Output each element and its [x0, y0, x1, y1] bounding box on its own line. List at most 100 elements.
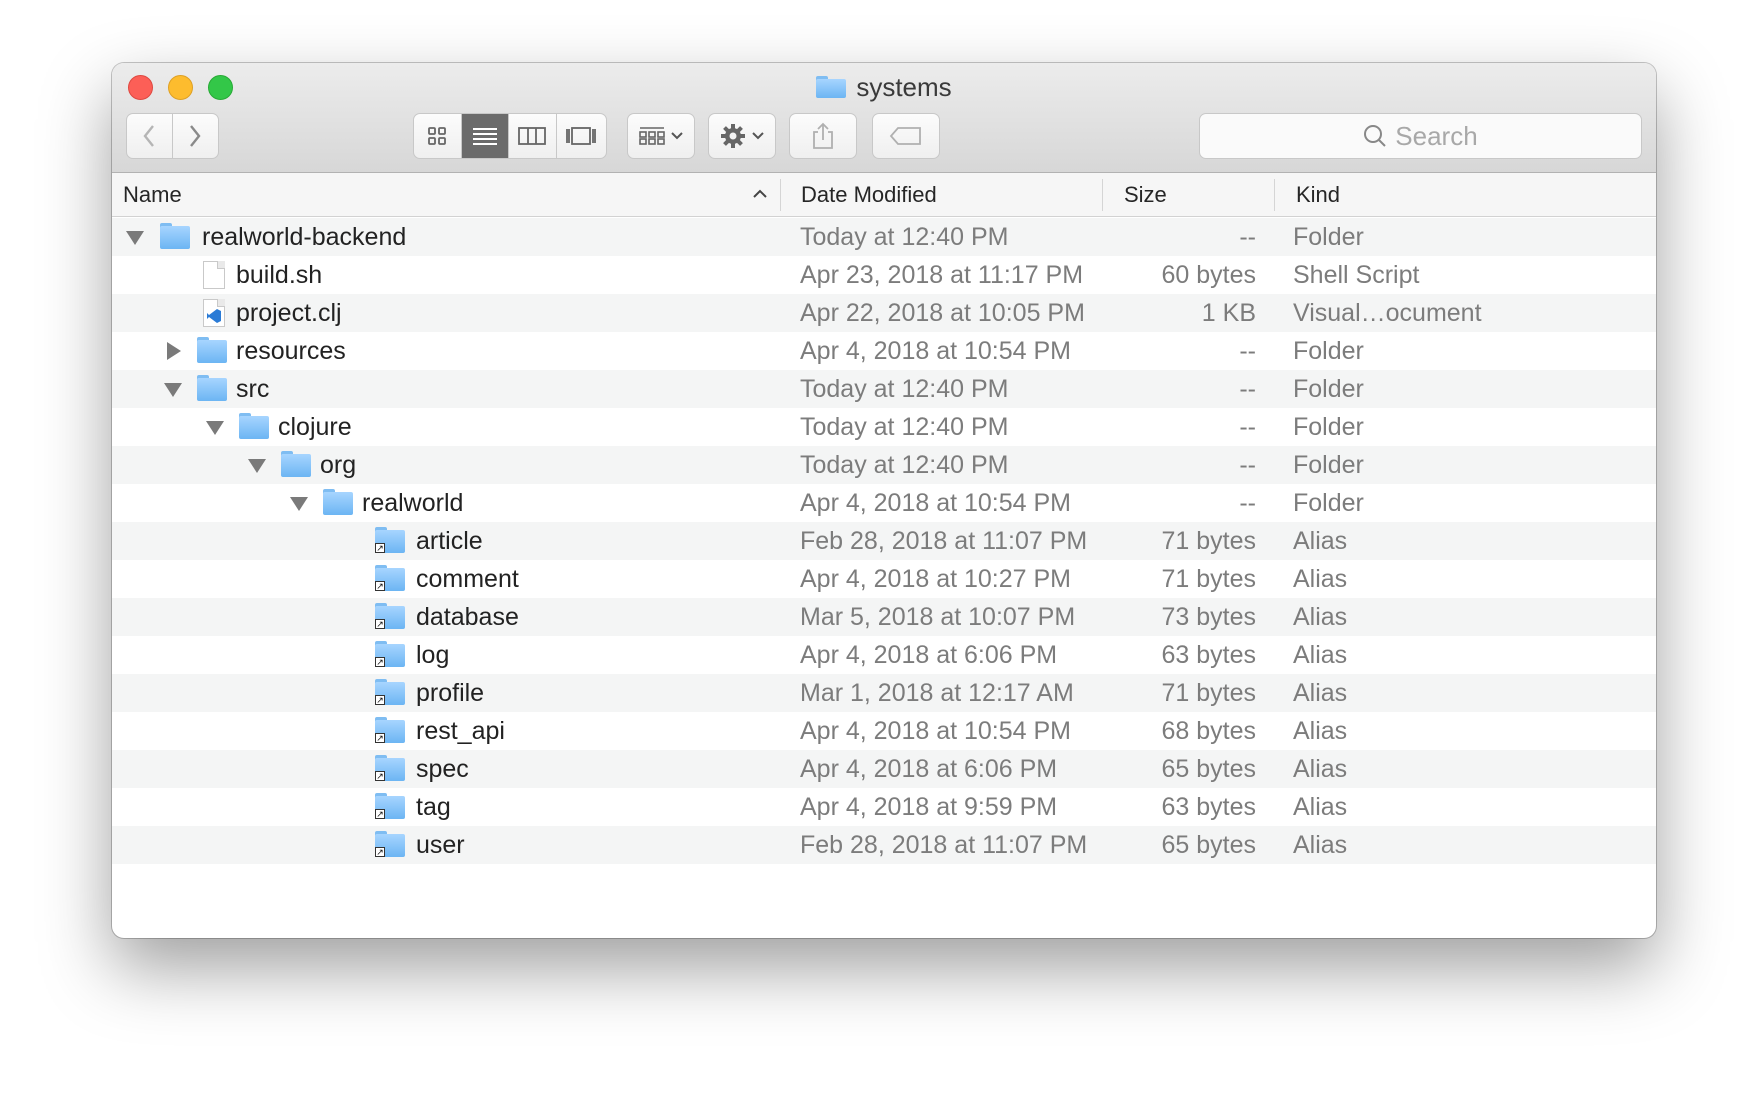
- item-date: Apr 22, 2018 at 10:05 PM: [800, 299, 1085, 327]
- disclosure-triangle-icon[interactable]: [164, 383, 182, 397]
- column-header-size[interactable]: Size: [1124, 173, 1274, 217]
- item-name: build.sh: [236, 261, 323, 289]
- item-date: Today at 12:40 PM: [800, 413, 1009, 441]
- share-button[interactable]: [789, 113, 857, 159]
- item-date: Apr 23, 2018 at 11:17 PM: [800, 261, 1084, 289]
- list-item[interactable]: ↗ article Feb 28, 2018 at 11:07 PM 71 by…: [112, 522, 1656, 560]
- list-item[interactable]: ↗ profile Mar 1, 2018 at 12:17 AM 71 byt…: [112, 674, 1656, 712]
- folder-icon: [197, 337, 227, 363]
- item-date: Apr 4, 2018 at 6:06 PM: [800, 755, 1058, 783]
- list-item[interactable]: build.sh Apr 23, 2018 at 11:17 PM 60 byt…: [112, 256, 1656, 294]
- disclosure-triangle-icon[interactable]: [248, 459, 266, 473]
- item-kind: Folder: [1293, 337, 1364, 365]
- item-date: Apr 4, 2018 at 9:59 PM: [800, 793, 1058, 821]
- item-date: Apr 4, 2018 at 10:54 PM: [800, 337, 1072, 365]
- item-size: --: [1239, 451, 1256, 479]
- share-icon: [813, 122, 833, 149]
- item-date: Apr 4, 2018 at 6:06 PM: [800, 641, 1058, 669]
- titlebar: systems Search: [112, 63, 1656, 173]
- view-mode-control: [413, 113, 607, 159]
- list-item[interactable]: ↗ log Apr 4, 2018 at 6:06 PM 63 bytes Al…: [112, 636, 1656, 674]
- search-icon: [1364, 125, 1387, 147]
- vscode-document-icon: [203, 299, 225, 327]
- list-view-button[interactable]: [461, 114, 510, 158]
- column-header-bar: Name Date Modified Size Kind: [112, 173, 1656, 217]
- item-kind: Folder: [1293, 413, 1364, 441]
- item-kind: Folder: [1293, 223, 1364, 251]
- item-name: profile: [416, 679, 485, 707]
- folder-icon: [323, 489, 353, 515]
- gallery-view-button[interactable]: [557, 114, 606, 158]
- folder-alias-icon: ↗: [375, 679, 405, 705]
- item-kind: Folder: [1293, 451, 1364, 479]
- item-size: 65 bytes: [1161, 831, 1256, 859]
- gallery-view-icon: [566, 127, 597, 145]
- item-size: --: [1239, 337, 1256, 365]
- forward-button[interactable]: [173, 114, 219, 158]
- action-button[interactable]: [708, 113, 776, 159]
- item-kind: Shell Script: [1293, 261, 1420, 289]
- list-item[interactable]: realworld-backend Today at 12:40 PM -- F…: [112, 218, 1656, 256]
- item-kind: Alias: [1293, 527, 1348, 555]
- list-item[interactable]: realworld Apr 4, 2018 at 10:54 PM -- Fol…: [112, 484, 1656, 522]
- column-divider[interactable]: [780, 179, 781, 211]
- item-kind: Folder: [1293, 375, 1364, 403]
- list-item[interactable]: org Today at 12:40 PM -- Folder: [112, 446, 1656, 484]
- item-size: 71 bytes: [1161, 527, 1256, 555]
- list-item[interactable]: resources Apr 4, 2018 at 10:54 PM -- Fol…: [112, 332, 1656, 370]
- tag-button[interactable]: [872, 113, 940, 159]
- chevron-down-icon: [671, 132, 683, 140]
- list-item[interactable]: ↗ spec Apr 4, 2018 at 6:06 PM 65 bytes A…: [112, 750, 1656, 788]
- list-item[interactable]: clojure Today at 12:40 PM -- Folder: [112, 408, 1656, 446]
- folder-icon: [197, 375, 227, 401]
- item-date: Mar 5, 2018 at 10:07 PM: [800, 603, 1076, 631]
- column-divider[interactable]: [1102, 179, 1103, 211]
- item-name: realworld: [362, 489, 464, 517]
- folder-alias-icon: ↗: [375, 717, 405, 743]
- list-item[interactable]: ↗ rest_api Apr 4, 2018 at 10:54 PM 68 by…: [112, 712, 1656, 750]
- list-item[interactable]: ↗ user Feb 28, 2018 at 11:07 PM 65 bytes…: [112, 826, 1656, 864]
- item-kind: Folder: [1293, 489, 1364, 517]
- folder-alias-icon: ↗: [375, 603, 405, 629]
- list-item[interactable]: project.clj Apr 22, 2018 at 10:05 PM 1 K…: [112, 294, 1656, 332]
- folder-alias-icon: ↗: [375, 755, 405, 781]
- item-size: --: [1239, 223, 1256, 251]
- arrange-button[interactable]: [627, 113, 695, 159]
- chevron-right-icon: [190, 125, 201, 147]
- arrange-grid-icon: [639, 127, 665, 145]
- disclosure-triangle-icon[interactable]: [126, 231, 144, 245]
- item-size: 65 bytes: [1161, 755, 1256, 783]
- item-date: Apr 4, 2018 at 10:27 PM: [800, 565, 1072, 593]
- list-item[interactable]: ↗ database Mar 5, 2018 at 10:07 PM 73 by…: [112, 598, 1656, 636]
- column-header-name[interactable]: Name: [123, 173, 773, 217]
- folder-alias-icon: ↗: [375, 641, 405, 667]
- disclosure-triangle-icon[interactable]: [290, 497, 308, 511]
- item-name: user: [416, 831, 465, 859]
- folder-icon: [239, 413, 269, 439]
- item-kind: Alias: [1293, 603, 1348, 631]
- icon-view-button[interactable]: [414, 114, 462, 158]
- folder-alias-icon: ↗: [375, 565, 405, 591]
- file-list: realworld-backend Today at 12:40 PM -- F…: [112, 218, 1656, 902]
- list-item[interactable]: ↗ tag Apr 4, 2018 at 9:59 PM 63 bytes Al…: [112, 788, 1656, 826]
- column-view-button[interactable]: [509, 114, 557, 158]
- item-date: Apr 4, 2018 at 10:54 PM: [800, 717, 1072, 745]
- search-field[interactable]: Search: [1199, 113, 1642, 159]
- item-size: 71 bytes: [1161, 565, 1256, 593]
- disclosure-triangle-icon[interactable]: [167, 342, 181, 360]
- column-header-name-label: Name: [123, 182, 182, 207]
- folder-alias-icon: ↗: [375, 793, 405, 819]
- list-item[interactable]: ↗ comment Apr 4, 2018 at 10:27 PM 71 byt…: [112, 560, 1656, 598]
- item-name: src: [236, 375, 270, 403]
- document-icon: [203, 261, 225, 289]
- back-button[interactable]: [127, 114, 173, 158]
- disclosure-triangle-icon[interactable]: [206, 421, 224, 435]
- item-date: Today at 12:40 PM: [800, 223, 1009, 251]
- column-header-kind[interactable]: Kind: [1296, 173, 1496, 217]
- column-header-date[interactable]: Date Modified: [801, 173, 1101, 217]
- item-kind: Visual…ocument: [1293, 299, 1482, 327]
- column-divider[interactable]: [1274, 179, 1275, 211]
- folder-icon: [281, 451, 311, 477]
- item-date: Apr 4, 2018 at 10:54 PM: [800, 489, 1072, 517]
- list-item[interactable]: src Today at 12:40 PM -- Folder: [112, 370, 1656, 408]
